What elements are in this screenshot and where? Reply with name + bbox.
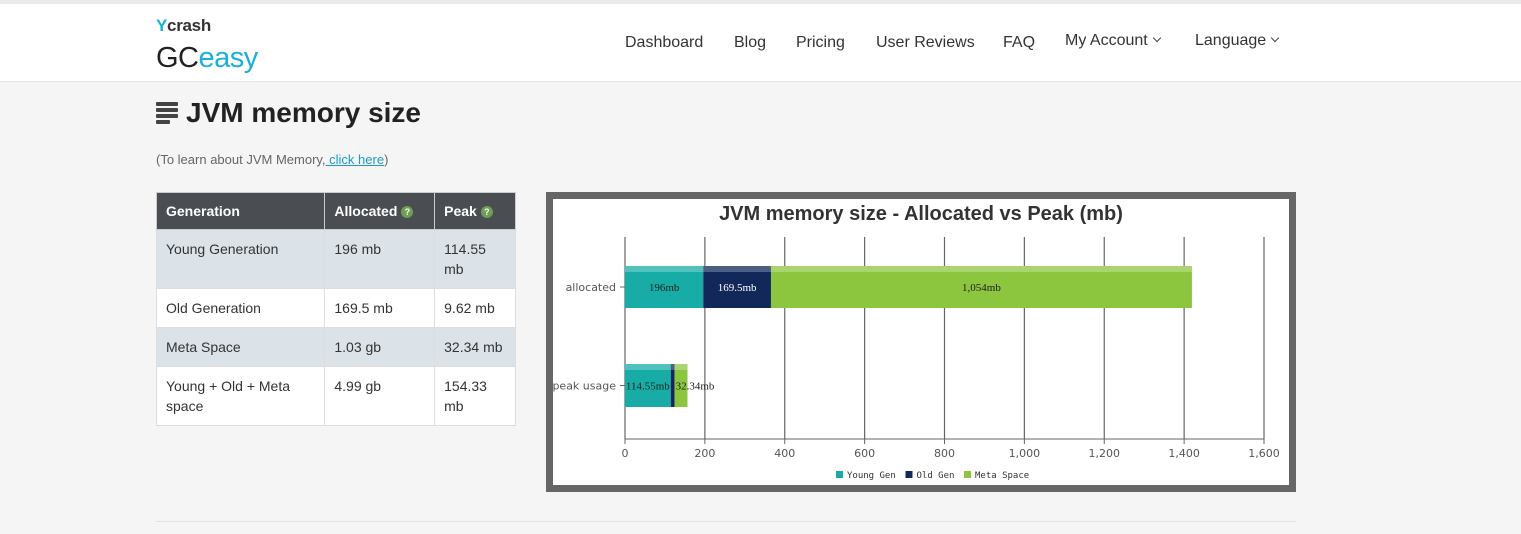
nav-faq[interactable]: FAQ bbox=[1003, 34, 1035, 54]
table-row: Young + Old + Meta space 4.99 gb 154.33 … bbox=[155, 366, 516, 426]
chart-bar-highlight bbox=[703, 266, 771, 272]
help-icon[interactable]: ? bbox=[401, 206, 414, 218]
top-navbar: Ycrash GCeasy Dashboard Blog Pricing Use… bbox=[0, 0, 1521, 82]
header-generation: Generation bbox=[155, 192, 326, 230]
x-tick-label: 800 bbox=[934, 447, 955, 460]
chart-title: JVM memory size - Allocated vs Peak (mb) bbox=[719, 203, 1123, 225]
x-tick-label: 400 bbox=[774, 447, 795, 460]
chart-bar-highlight bbox=[625, 266, 704, 272]
legend-swatch bbox=[836, 471, 843, 478]
table-cell: 196 mb bbox=[324, 229, 436, 289]
chart-bar-highlight bbox=[674, 364, 688, 370]
chart-bar-highlight bbox=[770, 266, 1192, 272]
x-tick-label: 1,600 bbox=[1248, 447, 1280, 460]
x-tick-label: 1,000 bbox=[1009, 447, 1041, 460]
table-cell: Old Generation bbox=[155, 288, 326, 328]
table-cell: Young Generation bbox=[155, 229, 326, 289]
page-title: JVM memory size bbox=[186, 97, 421, 128]
y-tick-label: peak usage bbox=[553, 380, 616, 393]
data-label: 114.55mb bbox=[626, 381, 670, 393]
table-row: Meta Space 1.03 gb 32.34 mb bbox=[155, 327, 516, 367]
table-cell: 154.33 mb bbox=[434, 366, 516, 426]
chevron-down-icon bbox=[1270, 33, 1280, 43]
nav-dashboard[interactable]: Dashboard bbox=[625, 34, 703, 54]
chart-bar bbox=[670, 364, 675, 407]
database-icon bbox=[156, 101, 178, 125]
table-cell: 169.5 mb bbox=[324, 288, 436, 328]
table-cell: 32.34 mb bbox=[434, 327, 516, 367]
table-cell: 9.62 mb bbox=[434, 288, 516, 328]
jvm-memory-chart: JVM memory size - Allocated vs Peak (mb)… bbox=[553, 203, 1280, 481]
data-label: 1,054mb bbox=[962, 282, 1001, 294]
table-cell: 4.99 gb bbox=[324, 366, 436, 426]
table-cell: Meta Space bbox=[155, 327, 326, 367]
legend-swatch bbox=[905, 471, 913, 478]
x-tick-label: 200 bbox=[694, 447, 715, 460]
legend-label: Young Gen bbox=[847, 471, 896, 481]
table-row: Young Generation 196 mb 114.55 mb bbox=[155, 229, 516, 289]
nav-language-label: Language bbox=[1195, 32, 1267, 49]
data-label: 32.34mb bbox=[676, 381, 715, 393]
section-header: JVM memory size bbox=[156, 96, 421, 130]
nav-blog[interactable]: Blog bbox=[734, 34, 766, 54]
y-tick-label: allocated bbox=[566, 281, 616, 294]
nav-my-account-label: My Account bbox=[1065, 32, 1148, 49]
legend-label: Meta Space bbox=[975, 471, 1029, 481]
x-tick-label: 1,400 bbox=[1168, 447, 1200, 460]
chevron-down-icon bbox=[1152, 33, 1161, 43]
x-tick-label: 600 bbox=[854, 447, 875, 460]
table-header-row: Generation Allocated? Peak? bbox=[155, 192, 516, 230]
divider bbox=[156, 521, 1296, 522]
nav-language[interactable]: Language bbox=[1195, 32, 1280, 52]
table-cell: 1.03 gb bbox=[324, 327, 436, 367]
table-cell: 114.55 mb bbox=[434, 229, 516, 289]
x-tick-label: 0 bbox=[622, 447, 629, 460]
legend-label: Old Gen bbox=[917, 471, 955, 481]
chart-bar-highlight bbox=[625, 364, 671, 370]
help-icon[interactable]: ? bbox=[480, 206, 493, 218]
data-label: 169.5mb bbox=[718, 282, 757, 294]
table-cell: Young + Old + Meta space bbox=[155, 366, 326, 426]
learn-more-link[interactable]: click here bbox=[326, 152, 384, 167]
x-tick-label: 1,200 bbox=[1089, 447, 1121, 460]
nav-pricing[interactable]: Pricing bbox=[796, 34, 845, 54]
gceasy-logo[interactable]: Ycrash GCeasy bbox=[156, 14, 276, 78]
data-label: 196mb bbox=[649, 282, 680, 294]
header-allocated: Allocated? bbox=[324, 192, 436, 230]
table-row: Old Generation 169.5 mb 9.62 mb bbox=[155, 288, 516, 328]
chart-bar-highlight bbox=[670, 364, 675, 370]
chart-frame: JVM memory size - Allocated vs Peak (mb)… bbox=[546, 192, 1296, 492]
ycrash-wordmark: Ycrash bbox=[156, 16, 211, 35]
jvm-memory-table: Generation Allocated? Peak? Young Genera… bbox=[155, 192, 516, 426]
chart-area: JVM memory size - Allocated vs Peak (mb)… bbox=[553, 199, 1289, 485]
nav-user-reviews[interactable]: User Reviews bbox=[876, 34, 975, 54]
learn-note: (To learn about JVM Memory, click here) bbox=[156, 152, 389, 167]
nav-my-account[interactable]: My Account bbox=[1065, 32, 1161, 52]
header-peak: Peak? bbox=[434, 192, 516, 230]
gceasy-wordmark: GCeasy bbox=[156, 42, 258, 74]
legend-swatch bbox=[964, 471, 971, 478]
